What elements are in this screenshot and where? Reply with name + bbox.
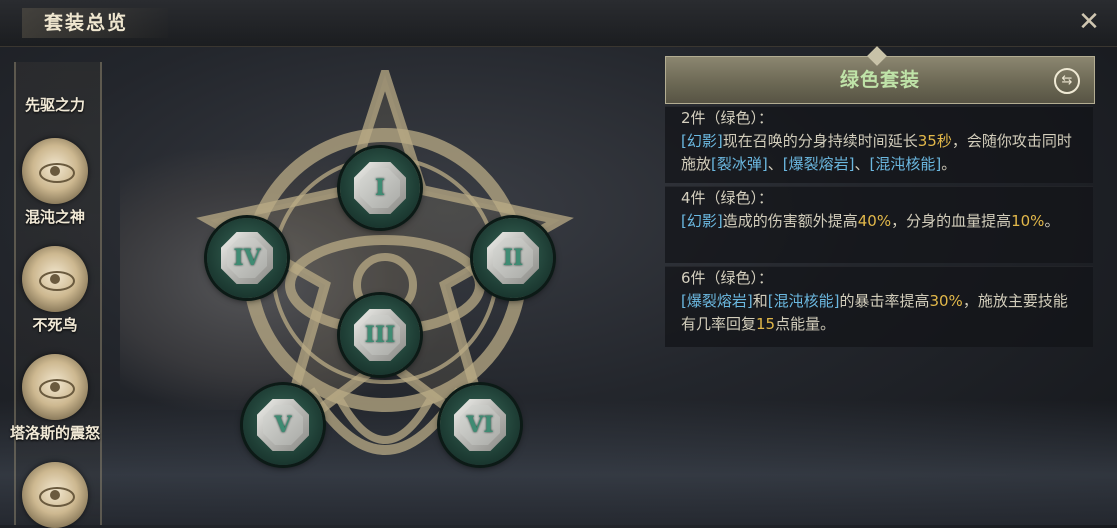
bonus-text-segment: 点能量。 <box>775 315 836 333</box>
gem-numeral: V <box>274 412 292 438</box>
skill-tag: [爆裂熔岩] <box>782 155 855 173</box>
skill-tag: [裂冰弹] <box>711 155 768 173</box>
value-highlight: 30% <box>929 292 963 310</box>
bonus-block-2pc: 2件（绿色）： [幻影]现在召唤的分身持续时间延长35秒，会随你攻击同时施放[裂… <box>665 106 1093 183</box>
value-highlight: 40% <box>857 212 892 230</box>
gem-slot-6[interactable]: VI <box>440 385 520 465</box>
bonus-head: 4件（绿色）： <box>681 189 774 207</box>
page-title: 套装总览 <box>22 8 169 38</box>
bonus-head: 2件（绿色）： <box>681 109 774 127</box>
bonus-text-segment: 、 <box>854 155 870 173</box>
bonus-text-segment: 、 <box>767 155 783 173</box>
wrath-emblem-icon <box>22 354 88 420</box>
bonus-text-segment: 和 <box>752 292 768 310</box>
sidebar-item-5[interactable] <box>0 462 110 528</box>
gem-numeral: II <box>502 245 524 271</box>
bonus-text: [幻影]现在召唤的分身持续时间延长35秒，会随你攻击同时施放[裂冰弹]、[爆裂熔… <box>665 130 1093 176</box>
top-bar: 套装总览 ✕ <box>0 0 1117 47</box>
gem-slot-5[interactable]: V <box>243 385 323 465</box>
skill-tag: [混沌核能] <box>767 292 840 310</box>
value-highlight: 15 <box>756 315 776 333</box>
bonus-text: [爆裂熔岩]和[混沌核能]的暴击率提高30%，施放主要技能有几率回复15点能量。 <box>665 290 1093 336</box>
bonus-text-segment: 造成的伤害额外提高 <box>722 212 858 230</box>
phoenix-emblem-icon <box>22 246 88 312</box>
eye-emblem-icon <box>22 462 88 528</box>
skill-tag: [幻影] <box>681 132 723 150</box>
panel-title: 绿色套装 <box>839 69 920 91</box>
sidebar-item-1[interactable]: 先驱之力 <box>0 92 110 115</box>
set-detail-panel: 绿色套装 ⇆ 2件（绿色）： [幻影]现在召唤的分身持续时间延长35秒，会随你攻… <box>665 46 1095 350</box>
bonus-text-segment: 。 <box>1044 212 1060 230</box>
bonus-text: [幻影]造成的伤害额外提高40%，分身的血量提高10%。 <box>665 210 1093 233</box>
bonus-text-segment: 现在召唤的分身持续时间延长 <box>722 132 918 150</box>
gem-numeral: IV <box>233 245 261 271</box>
gem-slot-2[interactable]: II <box>473 218 553 298</box>
sidebar-item-label: 不死鸟 <box>32 316 78 334</box>
value-highlight: 10% <box>1011 212 1045 230</box>
gem-slot-3[interactable]: III <box>340 295 420 375</box>
gem-numeral: III <box>364 322 396 348</box>
gem-slot-1[interactable]: I <box>340 148 420 228</box>
sidebar-item-4[interactable]: 塔洛斯的震怒 <box>0 354 110 443</box>
sidebar-item-2[interactable]: 混沌之神 <box>0 138 110 227</box>
panel-header: 绿色套装 ⇆ <box>665 46 1095 104</box>
value-highlight: 35秒 <box>917 132 952 150</box>
bonus-block-4pc: 4件（绿色）： [幻影]造成的伤害额外提高40%，分身的血量提高10%。 <box>665 186 1093 263</box>
skill-tag: [爆裂熔岩] <box>681 292 753 310</box>
bonus-head: 6件（绿色）： <box>681 269 774 287</box>
gem-slot-4[interactable]: IV <box>207 218 287 298</box>
gem-numeral: VI <box>466 412 494 438</box>
set-sidebar: 先驱之力 混沌之神 不死鸟 塔洛斯的震怒 <box>0 62 110 528</box>
bonus-block-6pc: 6件（绿色）： [爆裂熔岩]和[混沌核能]的暴击率提高30%，施放主要技能有几率… <box>665 266 1093 347</box>
sidebar-item-label: 混沌之神 <box>24 208 85 226</box>
bonus-text-segment: 。 <box>941 155 957 173</box>
close-icon[interactable]: ✕ <box>1075 8 1103 36</box>
sidebar-item-label: 塔洛斯的震怒 <box>9 424 100 442</box>
sidebar-item-label: 先驱之力 <box>24 96 85 114</box>
skill-tag: [幻影] <box>681 212 723 230</box>
swap-arrows-icon[interactable]: ⇆ <box>1054 68 1080 94</box>
eye-emblem-icon <box>22 138 88 204</box>
bonus-text-segment: 的暴击率提高 <box>839 292 930 310</box>
bonus-text-segment: ，分身的血量提高 <box>891 212 1012 230</box>
gem-numeral: I <box>374 175 386 201</box>
skill-tag: [混沌核能] <box>869 155 942 173</box>
sidebar-item-3[interactable]: 不死鸟 <box>0 246 110 335</box>
